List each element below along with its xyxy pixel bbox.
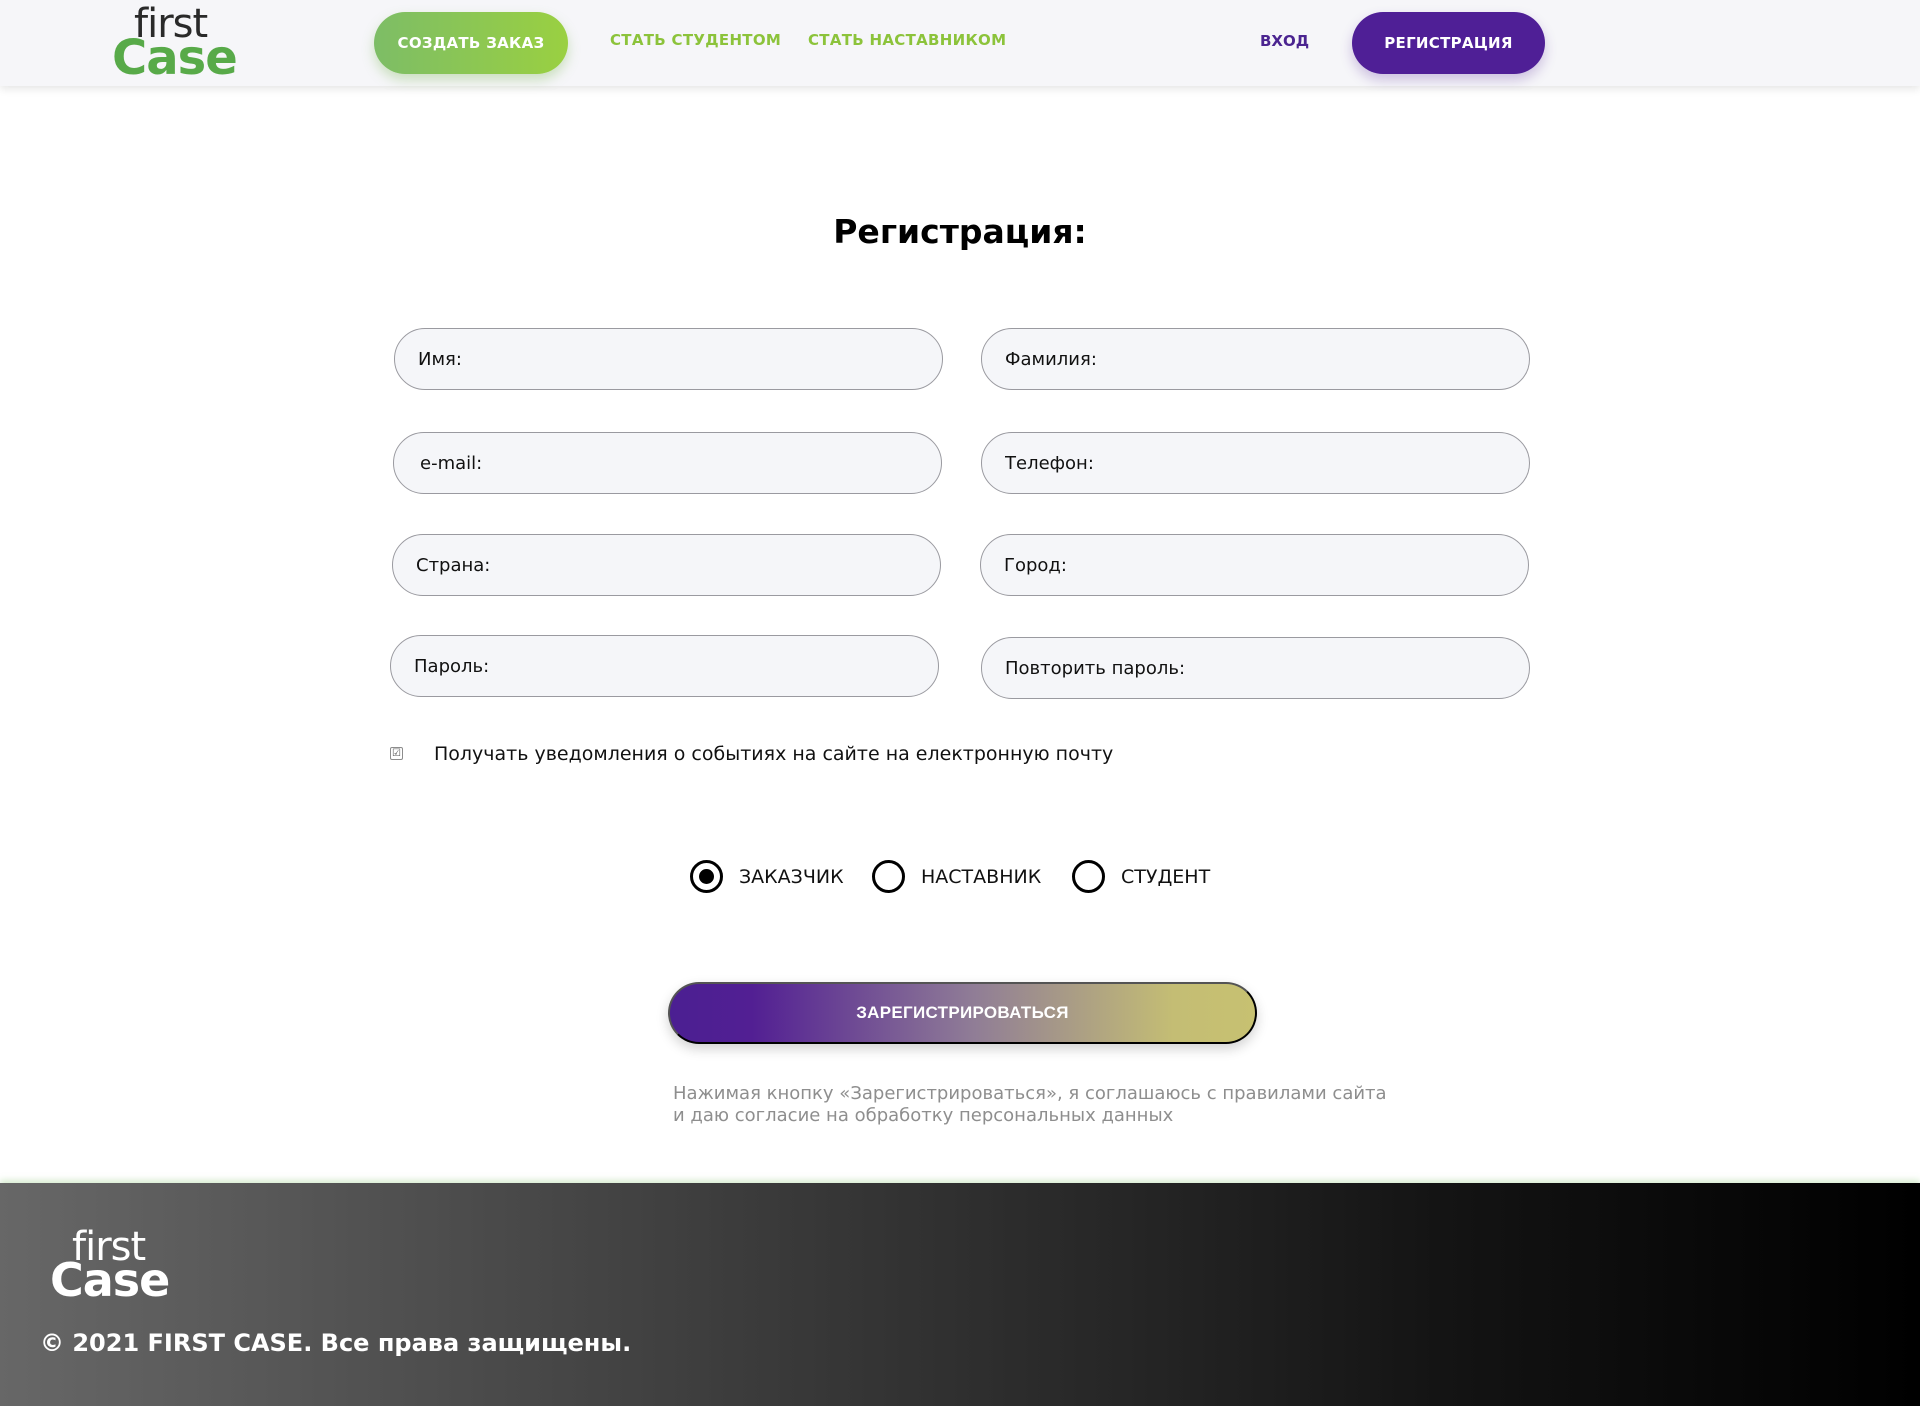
site-footer: first Case © 2021 FIRST CASE. Все права … — [0, 1183, 1920, 1406]
role-radio-student[interactable] — [1072, 860, 1105, 893]
register-button[interactable]: РЕГИСТРАЦИЯ — [1352, 12, 1545, 74]
repeat-password-field-wrapper — [981, 637, 1530, 699]
role-radio-mentor[interactable] — [872, 860, 905, 893]
email-input[interactable] — [394, 433, 941, 493]
phone-field-wrapper — [981, 432, 1530, 494]
footer-logo[interactable]: first Case — [50, 1227, 170, 1307]
create-order-button[interactable]: СОЗДАТЬ ЗАКАЗ — [374, 12, 568, 74]
consent-text: Нажимая кнопку «Зарегистрироваться», я с… — [673, 1083, 1433, 1127]
repeat-password-input[interactable] — [982, 638, 1529, 698]
password-input[interactable] — [391, 636, 938, 696]
phone-input[interactable] — [982, 433, 1529, 493]
become-mentor-link[interactable]: СТАТЬ НАСТАВНИКОМ — [808, 31, 1006, 49]
page: first Case СОЗДАТЬ ЗАКАЗ СТАТЬ СТУДЕНТОМ… — [0, 0, 1920, 1406]
role-radio-customer[interactable] — [690, 860, 723, 893]
consent-line-1: Нажимая кнопку «Зарегистрироваться», я с… — [673, 1083, 1387, 1104]
country-input[interactable] — [393, 535, 940, 595]
city-input[interactable] — [981, 535, 1528, 595]
last-name-input[interactable] — [982, 329, 1529, 389]
site-logo[interactable]: first Case — [112, 4, 238, 84]
notify-checkbox[interactable]: ☑ — [390, 747, 403, 760]
last-name-field-wrapper — [981, 328, 1530, 390]
role-label-mentor[interactable]: НАСТАВНИК — [921, 866, 1041, 888]
first-name-input[interactable] — [395, 329, 942, 389]
site-header: first Case СОЗДАТЬ ЗАКАЗ СТАТЬ СТУДЕНТОМ… — [0, 0, 1920, 86]
become-student-link[interactable]: СТАТЬ СТУДЕНТОМ — [610, 31, 781, 49]
city-field-wrapper — [980, 534, 1529, 596]
country-field-wrapper — [392, 534, 941, 596]
notify-checkbox-label[interactable]: Получать уведомления о событиях на сайте… — [434, 743, 1113, 765]
password-field-wrapper — [390, 635, 939, 697]
role-label-customer[interactable]: ЗАКАЗЧИК — [739, 866, 844, 888]
logo-case-text: Case — [112, 30, 238, 86]
consent-line-2: и даю согласие на обработку персональных… — [673, 1105, 1174, 1126]
page-title: Регистрация: — [833, 212, 1087, 251]
footer-logo-case-text: Case — [50, 1253, 170, 1307]
first-name-field-wrapper — [394, 328, 943, 390]
role-label-student[interactable]: СТУДЕНТ — [1121, 866, 1210, 888]
email-field-wrapper — [393, 432, 942, 494]
submit-registration-button[interactable]: ЗАРЕГИСТРИРОВАТЬСЯ — [668, 982, 1257, 1044]
login-link[interactable]: ВХОД — [1260, 32, 1309, 50]
copyright-text: © 2021 FIRST CASE. Все права защищены. — [40, 1329, 632, 1357]
